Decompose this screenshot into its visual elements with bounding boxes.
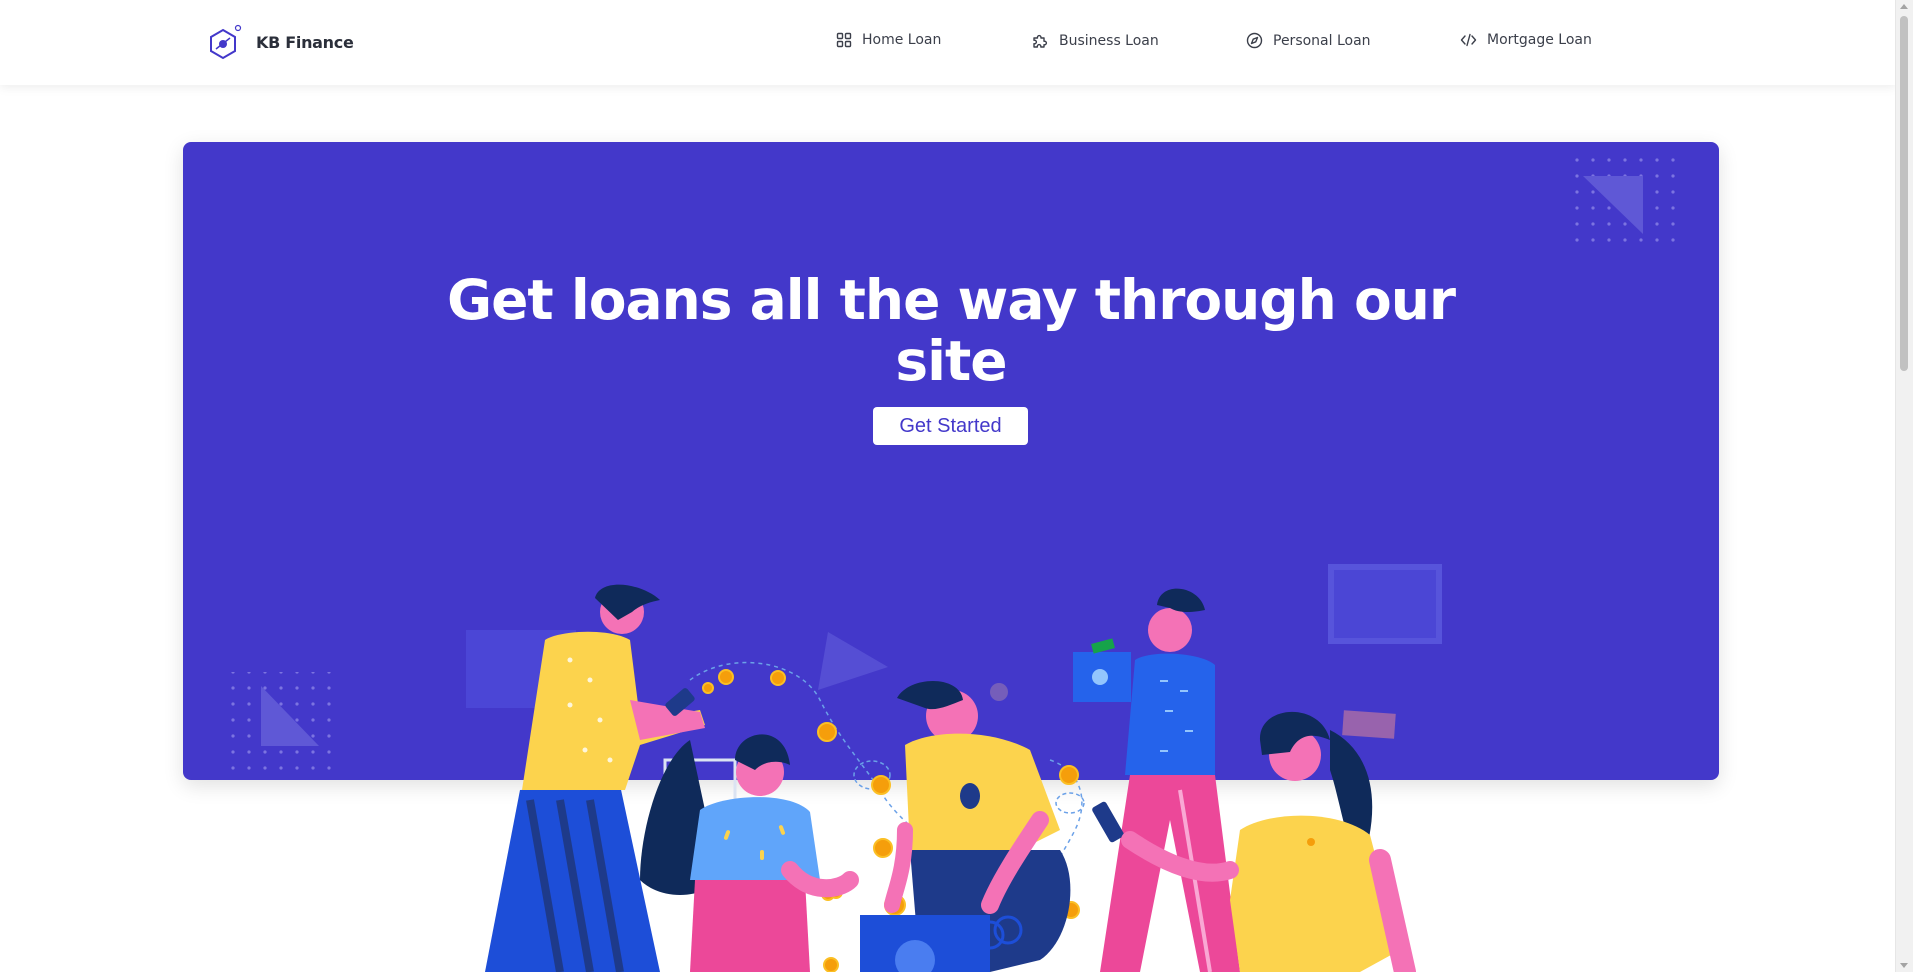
page-scrollbar[interactable] [1895,0,1913,972]
nav-item-personal-loan[interactable]: Personal Loan [1246,32,1371,49]
compass-icon [1246,32,1263,49]
scroll-up-arrow-icon[interactable] [1900,4,1908,9]
scroll-thumb[interactable] [1900,16,1908,371]
scroll-down-arrow-icon[interactable] [1900,963,1908,968]
puzzle-icon [1033,34,1048,48]
nav-item-home-loan[interactable]: Home Loan [836,32,941,48]
grid-icon [836,32,852,48]
hero-title: Get loans all the way through our site [183,267,1719,393]
decorative-pattern [231,150,1677,772]
get-started-button[interactable]: Get Started [873,407,1028,445]
code-icon [1460,33,1477,47]
nav-item-label: Business Loan [1059,32,1159,49]
hero-title-line2: site [895,328,1007,393]
nav-item-mortgage-loan[interactable]: Mortgage Loan [1460,32,1592,48]
navbar: KB Finance Home Loan Business Loan Perso… [0,0,1896,85]
nav-item-business-loan[interactable]: Business Loan [1032,32,1159,49]
hexagon-logo-icon [210,24,242,60]
hero-title-line1: Get loans all the way through our [446,267,1456,332]
brand-name: KB Finance [256,32,354,52]
nav-item-label: Home Loan [862,32,942,48]
nav-item-label: Mortgage Loan [1487,32,1592,48]
brand[interactable]: KB Finance [208,24,354,60]
nav-item-label: Personal Loan [1273,32,1371,49]
hero-banner: Get loans all the way through our site G… [183,142,1719,780]
